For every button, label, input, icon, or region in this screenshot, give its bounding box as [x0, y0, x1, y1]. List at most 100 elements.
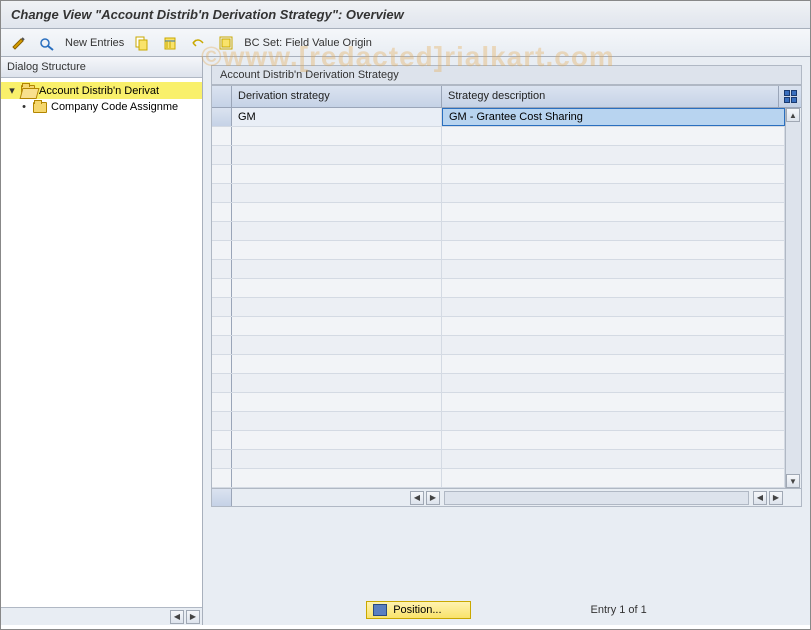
- row-selector-header[interactable]: [212, 86, 232, 107]
- scroll-right-icon[interactable]: ▶: [186, 610, 200, 624]
- cell-description-empty[interactable]: [442, 317, 785, 335]
- cell-strategy-empty[interactable]: [232, 279, 442, 297]
- select-all-icon[interactable]: [216, 33, 236, 53]
- table-row-empty[interactable]: [212, 203, 801, 222]
- row-selector[interactable]: [212, 203, 232, 221]
- column-header-description[interactable]: Strategy description: [442, 86, 779, 107]
- table-row-empty[interactable]: [212, 146, 801, 165]
- row-selector[interactable]: [212, 127, 232, 145]
- vertical-scrollbar[interactable]: ▲ ▼: [785, 108, 801, 488]
- row-selector[interactable]: [212, 469, 232, 487]
- row-selector[interactable]: [212, 241, 232, 259]
- table-row[interactable]: GMGM - Grantee Cost Sharing: [212, 108, 801, 127]
- toggle-display-change-icon[interactable]: [9, 33, 29, 53]
- cell-description-empty[interactable]: [442, 450, 785, 468]
- cell-strategy-empty[interactable]: [232, 127, 442, 145]
- cell-strategy-empty[interactable]: [232, 298, 442, 316]
- table-row-empty[interactable]: [212, 279, 801, 298]
- cell-description-empty[interactable]: [442, 393, 785, 411]
- cell-description-empty[interactable]: [442, 241, 785, 259]
- cell-description-empty[interactable]: [442, 431, 785, 449]
- cell-strategy-empty[interactable]: [232, 222, 442, 240]
- cell-description-empty[interactable]: [442, 260, 785, 278]
- scrollbar-track[interactable]: [786, 122, 801, 474]
- cell-strategy-empty[interactable]: [232, 241, 442, 259]
- table-row-empty[interactable]: [212, 412, 801, 431]
- table-row-empty[interactable]: [212, 165, 801, 184]
- cell-description-empty[interactable]: [442, 469, 785, 487]
- delete-icon[interactable]: [160, 33, 180, 53]
- cell-description-empty[interactable]: [442, 222, 785, 240]
- cell-strategy-empty[interactable]: [232, 184, 442, 202]
- row-selector[interactable]: [212, 260, 232, 278]
- cell-strategy-empty[interactable]: [232, 374, 442, 392]
- scroll-left-icon[interactable]: ◀: [170, 610, 184, 624]
- cell-strategy-empty[interactable]: [232, 146, 442, 164]
- cell-strategy-empty[interactable]: [232, 203, 442, 221]
- cell-description-empty[interactable]: [442, 279, 785, 297]
- table-row-empty[interactable]: [212, 317, 801, 336]
- table-row-empty[interactable]: [212, 184, 801, 203]
- cell-strategy-empty[interactable]: [232, 450, 442, 468]
- cell-description-empty[interactable]: [442, 127, 785, 145]
- table-row-empty[interactable]: [212, 260, 801, 279]
- row-selector[interactable]: [212, 412, 232, 430]
- table-row-empty[interactable]: [212, 355, 801, 374]
- position-button[interactable]: Position...: [366, 601, 470, 619]
- row-selector[interactable]: [212, 355, 232, 373]
- row-selector[interactable]: [212, 431, 232, 449]
- cell-description-empty[interactable]: [442, 203, 785, 221]
- column-header-strategy[interactable]: Derivation strategy: [232, 86, 442, 107]
- table-row-empty[interactable]: [212, 241, 801, 260]
- row-selector[interactable]: [212, 298, 232, 316]
- scroll-up-icon[interactable]: ▲: [786, 108, 800, 122]
- cell-description-empty[interactable]: [442, 184, 785, 202]
- table-row-empty[interactable]: [212, 393, 801, 412]
- row-selector[interactable]: [212, 450, 232, 468]
- table-config-button[interactable]: [779, 86, 801, 107]
- row-selector[interactable]: [212, 317, 232, 335]
- tree-item-account-distrib[interactable]: ▾ Account Distrib'n Derivat: [1, 82, 202, 99]
- cell-description-empty[interactable]: [442, 374, 785, 392]
- cell-description-empty[interactable]: [442, 146, 785, 164]
- copy-as-icon[interactable]: [132, 33, 152, 53]
- cell-description-empty[interactable]: [442, 336, 785, 354]
- table-row-empty[interactable]: [212, 336, 801, 355]
- cell-strategy[interactable]: GM: [232, 108, 442, 126]
- undo-icon[interactable]: [188, 33, 208, 53]
- scroll-down-icon[interactable]: ▼: [786, 474, 800, 488]
- table-row-empty[interactable]: [212, 450, 801, 469]
- cell-strategy-empty[interactable]: [232, 317, 442, 335]
- table-row-empty[interactable]: [212, 374, 801, 393]
- cell-description-empty[interactable]: [442, 298, 785, 316]
- cell-description-empty[interactable]: [442, 165, 785, 183]
- table-row-empty[interactable]: [212, 298, 801, 317]
- cell-strategy-empty[interactable]: [232, 355, 442, 373]
- table-row-empty[interactable]: [212, 222, 801, 241]
- col2-scroll-left-icon[interactable]: ◀: [753, 491, 767, 505]
- row-selector[interactable]: [212, 146, 232, 164]
- row-selector[interactable]: [212, 165, 232, 183]
- cell-description-empty[interactable]: [442, 412, 785, 430]
- other-view-icon[interactable]: [37, 33, 57, 53]
- cell-description-empty[interactable]: [442, 355, 785, 373]
- row-selector[interactable]: [212, 279, 232, 297]
- cell-strategy-empty[interactable]: [232, 260, 442, 278]
- col1-scroll-right-icon[interactable]: ▶: [426, 491, 440, 505]
- new-entries-button[interactable]: New Entries: [65, 37, 124, 49]
- row-selector[interactable]: [212, 374, 232, 392]
- table-row-empty[interactable]: [212, 127, 801, 146]
- col1-scroll-left-icon[interactable]: ◀: [410, 491, 424, 505]
- hscroll-track[interactable]: [444, 491, 749, 505]
- row-selector[interactable]: [212, 393, 232, 411]
- cell-description[interactable]: GM - Grantee Cost Sharing: [442, 108, 785, 126]
- tree-item-company-code[interactable]: • Company Code Assignme: [1, 99, 202, 115]
- row-selector[interactable]: [212, 336, 232, 354]
- sidebar-hscroll[interactable]: ◀ ▶: [1, 607, 202, 625]
- col2-scroll-right-icon[interactable]: ▶: [769, 491, 783, 505]
- table-row-empty[interactable]: [212, 431, 801, 450]
- cell-strategy-empty[interactable]: [232, 165, 442, 183]
- cell-strategy-empty[interactable]: [232, 431, 442, 449]
- bc-set-button[interactable]: BC Set: Field Value Origin: [244, 37, 372, 49]
- cell-strategy-empty[interactable]: [232, 469, 442, 487]
